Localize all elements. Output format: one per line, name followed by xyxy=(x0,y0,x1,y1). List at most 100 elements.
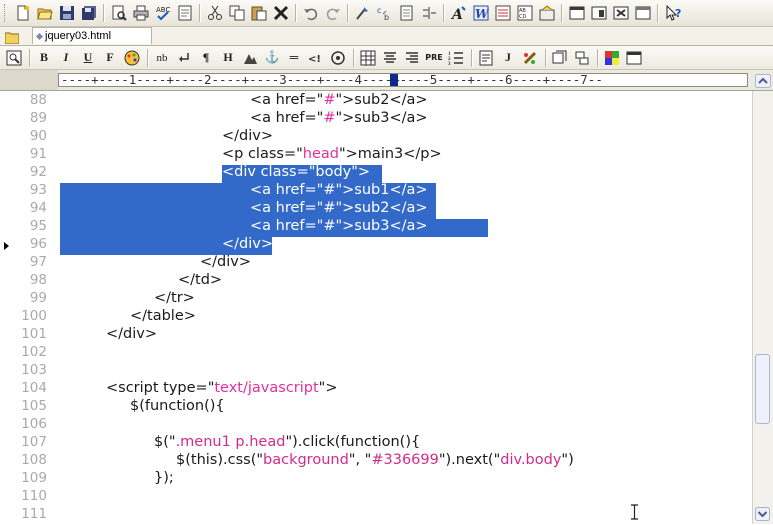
line-number: 109 xyxy=(21,470,47,486)
find-icon[interactable] xyxy=(352,3,373,24)
goto-line-icon[interactable] xyxy=(396,3,417,24)
ruler-margin xyxy=(0,70,58,90)
font-icon[interactable]: A xyxy=(448,3,469,24)
view-preview-icon[interactable] xyxy=(610,3,631,24)
help-icon[interactable]: ? xyxy=(662,3,683,24)
print-preview-icon[interactable] xyxy=(108,3,129,24)
spell-check-icon[interactable]: ABC xyxy=(152,3,173,24)
code-line-selected: <a href="#">sub1</a> xyxy=(250,182,428,198)
line-number: 102 xyxy=(21,344,47,360)
code-token: ">sub2</a> xyxy=(335,92,428,108)
code-editor[interactable]: 88 89 90 91 92 93 94 95 96 97 98 99 100 101 102 103 104 1… xyxy=(0,91,752,524)
horizontal-rule-button[interactable]: ═ xyxy=(284,48,304,68)
toolbar-separator xyxy=(443,4,445,22)
align-center-icon[interactable] xyxy=(380,48,400,68)
heading-button[interactable]: H xyxy=(218,48,238,68)
paste-icon[interactable] xyxy=(248,3,269,24)
script-color-icon[interactable] xyxy=(520,48,540,68)
text-cursor-icon xyxy=(631,504,638,520)
font-button[interactable]: F xyxy=(100,48,120,68)
form-icon[interactable] xyxy=(476,48,496,68)
current-line-marker xyxy=(4,242,9,250)
underline-button[interactable]: U xyxy=(78,48,98,68)
view-normal-icon[interactable] xyxy=(566,3,587,24)
anchor-button[interactable]: ⚓ xyxy=(262,48,282,68)
code-line: <script type="text/javascript"> xyxy=(106,379,338,397)
code-token: ">main3</p> xyxy=(338,146,442,162)
document-tab[interactable]: jquery03.html xyxy=(32,27,152,44)
line-number: 107 xyxy=(21,434,47,450)
toolbar-separator xyxy=(103,4,105,22)
save-icon[interactable] xyxy=(56,3,77,24)
cut-icon[interactable] xyxy=(204,3,225,24)
javascript-button[interactable]: J xyxy=(498,48,518,68)
line-number: 95 xyxy=(29,218,47,234)
line-number: 110 xyxy=(21,488,47,504)
toolbar-grip[interactable] xyxy=(4,4,8,22)
frame-icon[interactable] xyxy=(550,48,570,68)
svg-text:?: ? xyxy=(675,7,681,20)
code-line: $(this).css("background", "#336699").nex… xyxy=(176,451,574,469)
attribute-value: head xyxy=(302,146,339,162)
html-wizard-icon[interactable]: W xyxy=(470,3,491,24)
code-line: </div> xyxy=(222,128,273,144)
undo-icon[interactable] xyxy=(300,3,321,24)
bold-button[interactable]: B xyxy=(34,48,54,68)
code-line: </div> xyxy=(106,326,157,342)
image-icon[interactable] xyxy=(240,48,260,68)
toolbar-separator xyxy=(597,48,599,67)
tab-title: jquery03.html xyxy=(45,30,112,42)
scrollbar-thumb[interactable] xyxy=(755,354,770,424)
comment-icon[interactable]: <! xyxy=(306,48,326,68)
ordered-list-icon[interactable]: 123 xyxy=(446,48,466,68)
delete-icon[interactable] xyxy=(270,3,291,24)
code-line: <a href="#">sub2</a> xyxy=(250,91,428,109)
target-icon[interactable] xyxy=(328,48,348,68)
line-number: 97 xyxy=(29,254,47,270)
svg-text:<!: <! xyxy=(308,54,321,65)
pre-button[interactable]: PRE xyxy=(424,48,444,68)
code-token: <p class=" xyxy=(222,146,303,162)
folder-icon[interactable] xyxy=(4,29,20,45)
line-break-icon[interactable] xyxy=(174,48,194,68)
vertical-scrollbar[interactable] xyxy=(752,91,773,524)
paragraph-button[interactable]: ¶ xyxy=(196,48,216,68)
list-icon[interactable] xyxy=(492,3,513,24)
align-right-icon[interactable] xyxy=(402,48,422,68)
scroll-up-icon[interactable] xyxy=(755,73,771,88)
color-grid-icon[interactable] xyxy=(602,48,622,68)
insert-table-icon[interactable]: AB CD xyxy=(514,3,535,24)
window-icon[interactable] xyxy=(624,48,644,68)
nbsp-button[interactable]: nb xyxy=(152,48,172,68)
scroll-down-icon[interactable] xyxy=(755,506,770,521)
italic-button[interactable]: I xyxy=(56,48,76,68)
new-file-icon[interactable] xyxy=(12,3,33,24)
indent-icon[interactable] xyxy=(418,3,439,24)
line-number: 88 xyxy=(29,92,47,108)
svg-text:CD: CD xyxy=(519,14,526,20)
svg-text:3: 3 xyxy=(448,62,451,66)
redo-icon[interactable] xyxy=(322,3,343,24)
line-number: 92 xyxy=(29,164,47,180)
print-icon[interactable] xyxy=(130,3,151,24)
view-full-icon[interactable] xyxy=(632,3,653,24)
replace-icon[interactable]: cb xyxy=(374,3,395,24)
save-all-icon[interactable] xyxy=(78,3,99,24)
source-view-icon[interactable] xyxy=(4,48,24,68)
string-literal: background xyxy=(263,452,349,468)
settings-icon[interactable] xyxy=(536,3,557,24)
table-icon[interactable] xyxy=(358,48,378,68)
page-setup-icon[interactable] xyxy=(174,3,195,24)
attribute-value: # xyxy=(323,92,336,108)
copy-icon[interactable] xyxy=(226,3,247,24)
color-wheel-icon[interactable] xyxy=(122,48,142,68)
toolbar-separator xyxy=(199,4,201,22)
code-line-selected: <a href="#">sub3</a> xyxy=(250,218,428,234)
code-line-selected: <div class="body"> xyxy=(222,164,371,180)
open-folder-icon[interactable] xyxy=(34,3,55,24)
view-split-icon[interactable] xyxy=(588,3,609,24)
code-token: ").next(" xyxy=(438,452,501,468)
svg-text:b: b xyxy=(384,13,389,21)
toolbar-separator xyxy=(353,48,355,67)
iframe-icon[interactable] xyxy=(572,48,592,68)
